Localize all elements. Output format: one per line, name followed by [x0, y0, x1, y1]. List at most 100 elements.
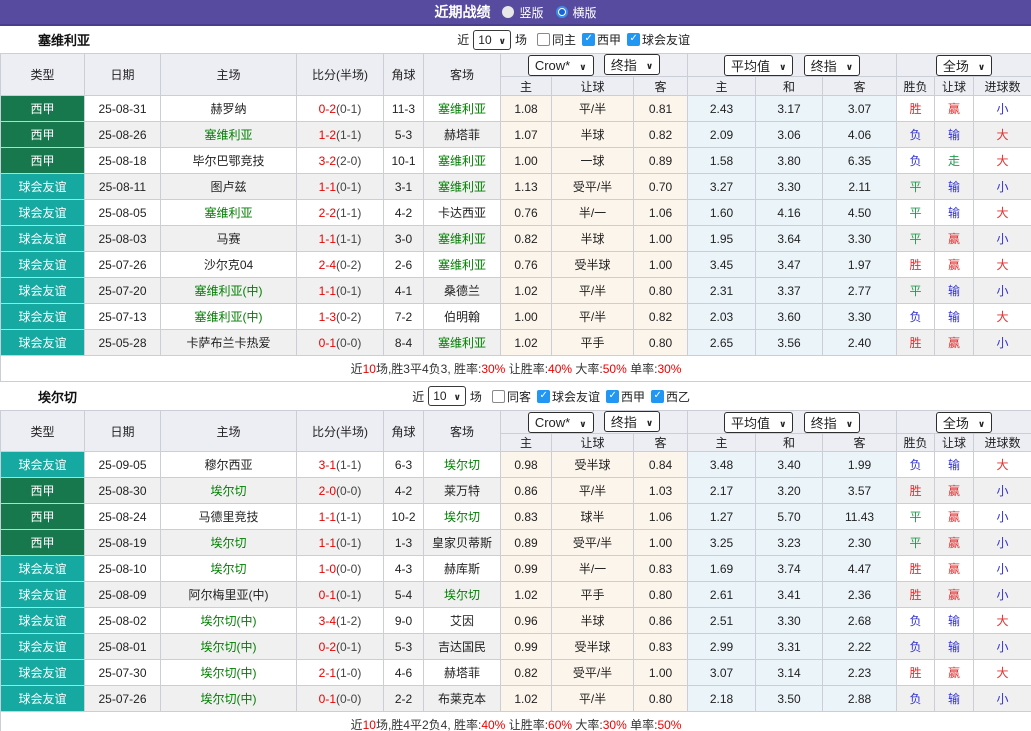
away-team[interactable]: 伯明翰 — [424, 304, 501, 330]
average-select[interactable]: 平均值 — [724, 55, 793, 76]
checkbox-label: 同客 — [507, 388, 531, 405]
avg-odds-draw: 3.37 — [756, 278, 823, 304]
home-team[interactable]: 穆尔西亚 — [161, 452, 297, 478]
home-team[interactable]: 埃尔切 — [161, 530, 297, 556]
home-team[interactable]: 阿尔梅里亚(中) — [161, 582, 297, 608]
match-date: 25-08-31 — [85, 96, 161, 122]
away-team[interactable]: 塞维利亚 — [424, 252, 501, 278]
result-handicap: 走 — [935, 148, 974, 174]
away-team[interactable]: 桑德兰 — [424, 278, 501, 304]
home-team[interactable]: 埃尔切(中) — [161, 660, 297, 686]
away-team[interactable]: 塞维利亚 — [424, 226, 501, 252]
away-team[interactable]: 赫塔菲 — [424, 660, 501, 686]
avg-odds-home: 1.27 — [688, 504, 756, 530]
away-team[interactable]: 埃尔切 — [424, 582, 501, 608]
away-team[interactable]: 埃尔切 — [424, 504, 501, 530]
corners: 4-1 — [384, 278, 424, 304]
col-date: 日期 — [85, 54, 161, 96]
fulltime-score: 0-1 — [319, 336, 336, 350]
match-type-badge: 西甲 — [1, 530, 85, 556]
away-team[interactable]: 布莱克本 — [424, 686, 501, 712]
away-team[interactable]: 赫库斯 — [424, 556, 501, 582]
odds-handicap: 半球 — [552, 608, 634, 634]
filter-checkbox[interactable]: 西乙 — [651, 388, 690, 405]
summary-segment: 60% — [548, 718, 572, 731]
away-team[interactable]: 莱万特 — [424, 478, 501, 504]
avg-odds-draw: 3.41 — [756, 582, 823, 608]
average-final-select[interactable]: 终指 — [804, 55, 860, 76]
home-team[interactable]: 埃尔切 — [161, 478, 297, 504]
summary-segment: 50% — [657, 718, 681, 731]
summary-segment: 大率: — [572, 718, 603, 731]
match-row: 球会友谊 25-07-26 沙尔克04 2-4(0-2) 2-6 塞维利亚 0.… — [1, 252, 1031, 278]
home-team[interactable]: 马赛 — [161, 226, 297, 252]
avg-odds-draw: 3.60 — [756, 304, 823, 330]
away-team[interactable]: 塞维利亚 — [424, 148, 501, 174]
home-team[interactable]: 赫罗纳 — [161, 96, 297, 122]
final-odds-value: 终指 — [611, 55, 637, 74]
filter-checkbox[interactable]: 同主 — [537, 31, 576, 48]
home-team[interactable]: 埃尔切(中) — [161, 686, 297, 712]
odds-home: 0.99 — [501, 556, 552, 582]
avg-odds-away: 2.36 — [823, 582, 897, 608]
match-count-select[interactable]: 10 — [473, 30, 511, 50]
result-goals: 小 — [974, 96, 1031, 122]
home-team[interactable]: 塞维利亚 — [161, 200, 297, 226]
away-team[interactable]: 皇家贝蒂斯 — [424, 530, 501, 556]
final-odds-select[interactable]: 终指 — [604, 411, 660, 432]
avg-odds-draw: 5.70 — [756, 504, 823, 530]
home-team[interactable]: 毕尔巴鄂竞技 — [161, 148, 297, 174]
avg-odds-home: 1.58 — [688, 148, 756, 174]
away-team[interactable]: 吉达国民 — [424, 634, 501, 660]
home-team[interactable]: 沙尔克04 — [161, 252, 297, 278]
odds-source-select[interactable]: Crow* — [528, 412, 594, 433]
match-count-select[interactable]: 10 — [428, 386, 466, 406]
fullmatch-select[interactable]: 全场 — [936, 55, 992, 76]
avg-odds-draw: 3.31 — [756, 634, 823, 660]
halftime-score: (0-2) — [336, 310, 361, 324]
match-type-badge: 西甲 — [1, 478, 85, 504]
home-team[interactable]: 卡萨布兰卡热爱 — [161, 330, 297, 356]
odds-handicap: 半/一 — [552, 200, 634, 226]
home-team[interactable]: 埃尔切(中) — [161, 608, 297, 634]
away-team[interactable]: 塞维利亚 — [424, 174, 501, 200]
filter-checkbox[interactable]: 同客 — [492, 388, 531, 405]
match-row: 球会友谊 25-08-10 埃尔切 1-0(0-0) 4-3 赫库斯 0.99 … — [1, 556, 1031, 582]
filter-checkbox[interactable]: 球会友谊 — [627, 31, 690, 48]
col-avg-away: 客 — [823, 434, 897, 452]
average-select[interactable]: 平均值 — [724, 412, 793, 433]
halftime-score: (0-1) — [336, 284, 361, 298]
average-final-select[interactable]: 终指 — [804, 412, 860, 433]
filter-checkboxes: 同主 西甲 球会友谊 — [537, 31, 690, 48]
away-team[interactable]: 塞维利亚 — [424, 330, 501, 356]
result-winlose: 平 — [897, 530, 935, 556]
home-team[interactable]: 图卢兹 — [161, 174, 297, 200]
odds-source-select[interactable]: Crow* — [528, 55, 594, 76]
filter-checkbox[interactable]: 西甲 — [606, 388, 645, 405]
away-team[interactable]: 塞维利亚 — [424, 96, 501, 122]
away-team[interactable]: 卡达西亚 — [424, 200, 501, 226]
radio-horizontal[interactable]: 横版 — [556, 4, 597, 21]
odds-home: 0.98 — [501, 452, 552, 478]
col-corner: 角球 — [384, 411, 424, 452]
filter-checkbox[interactable]: 球会友谊 — [537, 388, 600, 405]
col-result-winlose: 胜负 — [897, 77, 935, 96]
home-team[interactable]: 塞维利亚(中) — [161, 304, 297, 330]
fullmatch-select[interactable]: 全场 — [936, 412, 992, 433]
home-team[interactable]: 埃尔切(中) — [161, 634, 297, 660]
radio-vertical[interactable]: 竖版 — [502, 4, 543, 21]
home-team[interactable]: 塞维利亚(中) — [161, 278, 297, 304]
filter-checkbox[interactable]: 西甲 — [582, 31, 621, 48]
home-team[interactable]: 埃尔切 — [161, 556, 297, 582]
stats-table: 类型 日期 主场 比分(半场) 角球 客场 Crow* 终指 — [0, 410, 1031, 731]
filter-checkboxes: 同客 球会友谊 西甲 西乙 — [492, 388, 690, 405]
halftime-score: (0-0) — [336, 336, 361, 350]
home-team[interactable]: 塞维利亚 — [161, 122, 297, 148]
away-team[interactable]: 艾因 — [424, 608, 501, 634]
away-team[interactable]: 埃尔切 — [424, 452, 501, 478]
odds-group-header: Crow* 终指 — [501, 54, 688, 77]
avg-odds-home: 2.03 — [688, 304, 756, 330]
home-team[interactable]: 马德里竞技 — [161, 504, 297, 530]
away-team[interactable]: 赫塔菲 — [424, 122, 501, 148]
final-odds-select[interactable]: 终指 — [604, 54, 660, 75]
